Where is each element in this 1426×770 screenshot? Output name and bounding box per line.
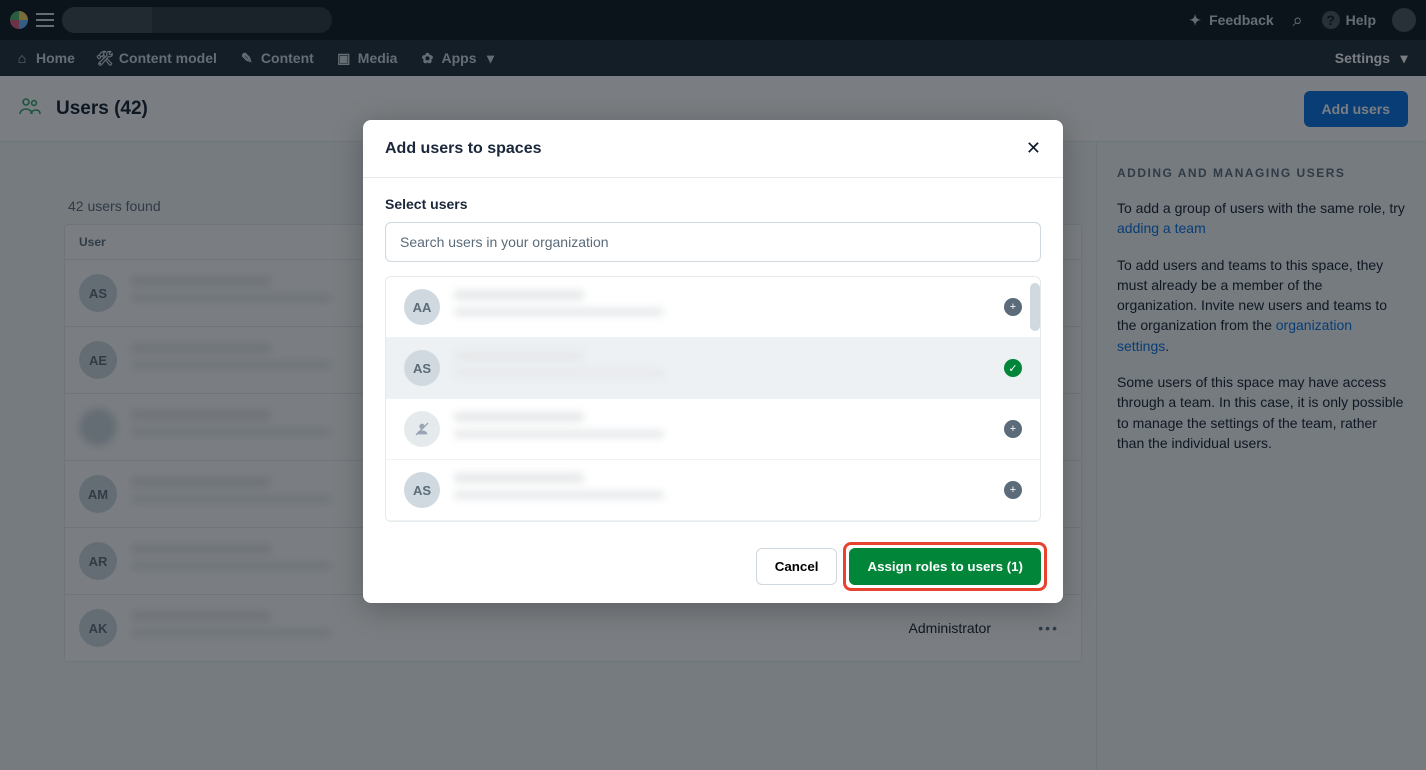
check-icon: ✓	[1004, 359, 1022, 377]
scrollbar[interactable]	[1030, 283, 1040, 331]
select-users-label: Select users	[385, 196, 1041, 212]
nouser-avatar-icon	[404, 411, 440, 447]
modal-title: Add users to spaces	[385, 140, 542, 158]
user-option[interactable]: AA +	[386, 277, 1040, 338]
assign-roles-button[interactable]: Assign roles to users (1)	[849, 548, 1041, 585]
user-select-list: AA + AS ✓ + AS +	[385, 276, 1041, 522]
avatar: AA	[404, 289, 440, 325]
user-option[interactable]: AS +	[386, 460, 1040, 521]
user-option[interactable]: AS ✓	[386, 338, 1040, 399]
avatar: AS	[404, 350, 440, 386]
cancel-button[interactable]: Cancel	[756, 548, 838, 585]
close-icon[interactable]: ✕	[1026, 138, 1041, 159]
avatar: AS	[404, 472, 440, 508]
search-users-input[interactable]	[385, 222, 1041, 262]
plus-icon: +	[1004, 298, 1022, 316]
user-option[interactable]: +	[386, 399, 1040, 460]
add-users-modal: Add users to spaces ✕ Select users AA+AS…	[363, 120, 1063, 603]
plus-icon: +	[1004, 481, 1022, 499]
plus-icon: +	[1004, 420, 1022, 438]
